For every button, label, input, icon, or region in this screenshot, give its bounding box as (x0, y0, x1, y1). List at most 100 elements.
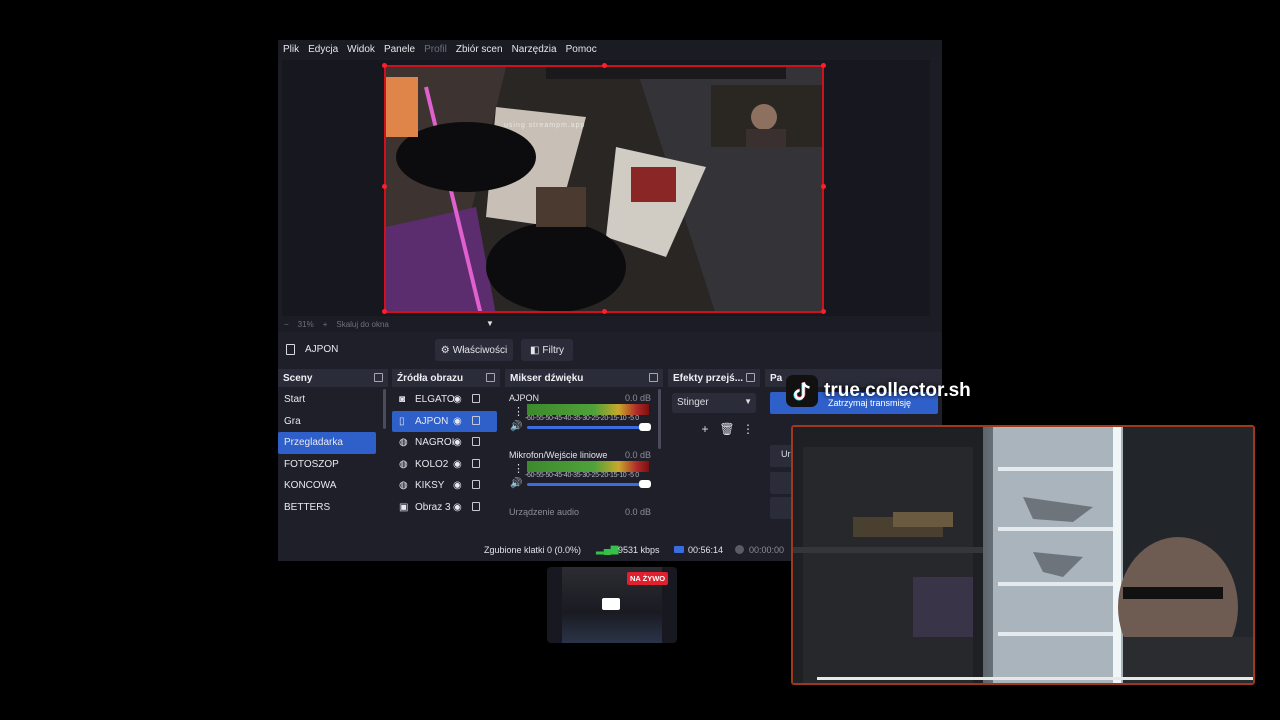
meter-scale: -60-55-50-45-40-35-30-25-20-15-10 -5 0 (525, 472, 639, 479)
resize-handle-b[interactable] (602, 309, 607, 314)
controls-button-label: Ur (781, 449, 791, 459)
chevron-down-icon[interactable]: ▼ (486, 319, 494, 328)
audio-mixer-title: Mikser dźwięku (510, 372, 584, 384)
video-source-preview[interactable]: using streampm.app (384, 65, 824, 313)
track-name: AJPON (509, 393, 540, 403)
eye-icon[interactable]: ◉ (453, 416, 462, 427)
track-name: Mikrofon/Wejście liniowe (509, 450, 608, 460)
lock-icon[interactable] (472, 501, 480, 511)
scene-item-fotoszop[interactable]: FOTOSZOP (278, 454, 376, 476)
undock-icon[interactable] (649, 373, 658, 382)
scenes-dock-title: Sceny (283, 372, 313, 384)
speaker-icon[interactable]: 🔊 (510, 478, 522, 489)
scene-item-gra[interactable]: Gra (278, 411, 376, 433)
transitions-header: Efekty przejś... (668, 369, 760, 387)
source-label: AJPON (415, 415, 449, 427)
eye-icon[interactable]: ◉ (453, 502, 462, 513)
video-overlay-text: using streampm.app (504, 122, 586, 129)
undock-icon[interactable] (746, 373, 755, 382)
transition-select[interactable]: Stinger ▼ (672, 393, 756, 413)
scene-item-koncowa[interactable]: KONCOWA (278, 475, 376, 497)
resize-handle-br[interactable] (821, 309, 826, 314)
globe-icon: ◍ (399, 458, 408, 470)
scene-item-przegladarka[interactable]: Przegladarka (278, 432, 376, 454)
resize-handle-bl[interactable] (382, 309, 387, 314)
scenes-scrollbar[interactable] (383, 389, 386, 429)
source-item-elgato[interactable]: ◙ ELGATO ◉ (392, 389, 500, 411)
undock-icon[interactable] (374, 373, 383, 382)
filters-button[interactable]: ◧ Filtry (521, 339, 573, 361)
track-name: Urządzenie audio (509, 507, 580, 517)
scenes-dock: Sceny Start Gra Przegladarka FOTOSZOP KO… (278, 369, 388, 561)
more-vertical-icon[interactable]: ⋮ (513, 462, 524, 475)
speaker-icon[interactable]: 🔊 (510, 421, 522, 432)
source-label: Obraz 3 (415, 501, 451, 513)
selected-source-label: AJPON (305, 344, 339, 355)
menu-zbior-scen[interactable]: Zbiór scen (456, 44, 503, 55)
globe-icon: ◍ (399, 437, 408, 449)
tiktok-handle: true.collector.sh (824, 380, 971, 401)
stream-time: 00:56:14 (688, 545, 724, 555)
add-transition-icon[interactable]: + (695, 420, 715, 438)
signal-icon: ▂▄▆ (596, 544, 619, 555)
scene-item-betters[interactable]: BETTERS (278, 497, 376, 519)
menu-panele[interactable]: Panele (384, 44, 415, 55)
lock-icon[interactable] (472, 437, 480, 446)
resize-handle-tl[interactable] (382, 63, 387, 68)
more-vertical-icon[interactable]: ⋮ (513, 405, 524, 418)
transitions-dock: Efekty przejś... Stinger ▼ + 🗑 ⋮ (668, 369, 760, 561)
tiktok-logo-icon (786, 375, 818, 407)
zoom-in-button[interactable]: + (323, 320, 328, 329)
volume-slider[interactable] (527, 423, 651, 431)
webcam-image (793, 427, 1253, 683)
webcam-progress-bar (817, 677, 1253, 680)
lock-icon[interactable] (472, 394, 480, 403)
scenes-list: Start Gra Przegladarka FOTOSZOP KONCOWA … (278, 389, 388, 537)
source-item-ajpon[interactable]: ▯ AJPON ◉ (392, 410, 497, 432)
eye-icon[interactable]: ◉ (453, 437, 462, 448)
sources-dock: Źródła obrazu ◙ ELGATO ◉ ▯ AJPON ◉ ◍ NAG… (392, 369, 500, 561)
eye-icon[interactable]: ◉ (453, 480, 462, 491)
controls-button[interactable]: Ur (770, 445, 792, 467)
source-item-kiksy[interactable]: ◍ KIKSY ◉ (392, 475, 500, 497)
menu-pomoc[interactable]: Pomoc (566, 44, 597, 55)
sources-dock-header: Źródła obrazu (392, 369, 500, 387)
properties-button[interactable]: ⚙ Właściwości (435, 339, 513, 361)
filters-label: Filtry (542, 344, 565, 356)
volume-meter (527, 461, 649, 472)
resize-handle-r[interactable] (821, 184, 826, 189)
menu-widok[interactable]: Widok (347, 44, 375, 55)
sources-dock-title: Źródła obrazu (397, 372, 464, 384)
source-toolbar: AJPON ⚙ Właściwości ◧ Filtry (278, 337, 942, 363)
mixer-scrollbar[interactable] (658, 389, 661, 449)
eye-icon[interactable]: ◉ (453, 394, 462, 405)
menu-plik[interactable]: Plik (283, 44, 299, 55)
resize-handle-tr[interactable] (821, 63, 826, 68)
undock-icon[interactable] (486, 373, 495, 382)
menu-profil: Profil (424, 43, 447, 55)
source-item-obraz3[interactable]: ▣ Obraz 3 ◉ (392, 497, 500, 519)
lock-icon[interactable] (472, 480, 480, 489)
file-icon: ▯ (399, 415, 405, 427)
zoom-out-button[interactable]: − (284, 320, 289, 329)
source-label: ELGATO (415, 394, 455, 406)
menu-edycja[interactable]: Edycja (308, 44, 338, 55)
menu-narzedzia[interactable]: Narzędzia (512, 44, 557, 55)
controls-button[interactable] (770, 497, 792, 519)
source-item-nagroi[interactable]: ◍ NAGROI ◉ (392, 432, 500, 454)
trash-icon[interactable]: 🗑 (717, 420, 737, 438)
live-preview-thumbnail[interactable]: NA ŻYWO (547, 567, 677, 643)
eye-icon[interactable]: ◉ (453, 459, 462, 470)
scene-item-start[interactable]: Start (278, 389, 376, 411)
resize-handle-l[interactable] (382, 184, 387, 189)
lock-icon[interactable] (472, 458, 480, 468)
resize-handle-t[interactable] (602, 63, 607, 68)
zoom-mode-select[interactable]: Skaluj do okna (336, 320, 388, 329)
volume-slider-knob[interactable] (639, 480, 651, 488)
more-vertical-icon[interactable]: ⋮ (738, 420, 758, 438)
volume-slider-knob[interactable] (639, 423, 651, 431)
lock-icon[interactable] (472, 415, 480, 425)
controls-button[interactable] (770, 472, 792, 494)
source-item-kolo2[interactable]: ◍ KOLO2 ◉ (392, 454, 500, 476)
volume-slider[interactable] (527, 480, 651, 488)
